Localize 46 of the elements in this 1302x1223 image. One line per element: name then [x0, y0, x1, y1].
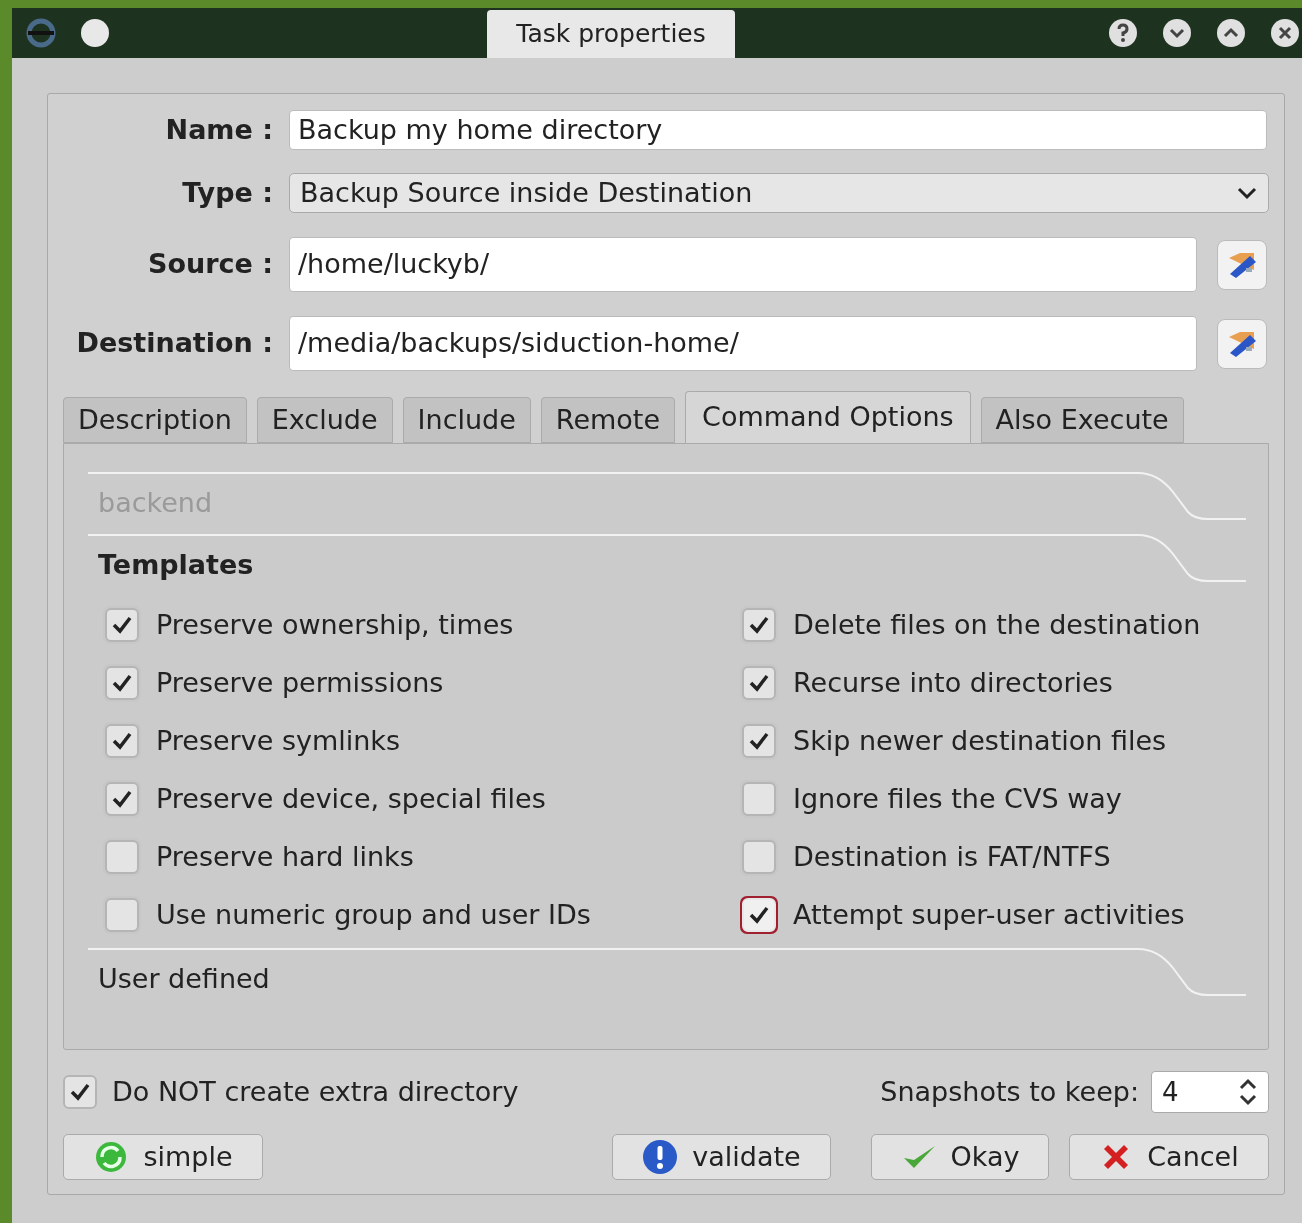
option-label: Delete files on the destination — [793, 607, 1201, 642]
window-title: Task properties — [487, 10, 735, 58]
tab[interactable]: Remote — [540, 397, 676, 443]
input-field[interactable]: /home/luckyb/ — [289, 237, 1197, 292]
sync-icon[interactable] — [26, 18, 56, 48]
option-label: Attempt super-user activities — [793, 897, 1185, 932]
field-label: Destination : — [75, 326, 273, 361]
mode-button[interactable]: simple — [63, 1134, 263, 1180]
maximize-icon[interactable] — [1216, 18, 1246, 48]
option-label: Destination is FAT/NTFS — [793, 839, 1111, 874]
close-icon[interactable] — [1270, 18, 1300, 48]
snapshots-label: Snapshots to keep: — [880, 1074, 1139, 1109]
info-icon — [642, 1139, 679, 1175]
checkbox[interactable] — [63, 1075, 97, 1109]
validate-button[interactable]: validate — [612, 1134, 831, 1180]
tab[interactable]: Description — [63, 397, 247, 443]
snapshots-spinbox[interactable]: 4 — [1151, 1071, 1269, 1113]
spin-arrows-icon[interactable] — [1238, 1077, 1258, 1107]
option-label: Preserve hard links — [156, 839, 414, 874]
option-label: Use numeric group and user IDs — [156, 897, 591, 932]
browse-button[interactable] — [1217, 239, 1267, 290]
option-label: Skip newer destination files — [793, 723, 1167, 758]
tab[interactable]: Exclude — [256, 397, 393, 443]
minimize-icon[interactable] — [1162, 18, 1192, 48]
field-label: Type : — [181, 175, 273, 210]
option-label: Preserve symlinks — [156, 723, 401, 758]
okay-button[interactable]: Okay — [871, 1134, 1049, 1180]
help-icon[interactable] — [1108, 18, 1138, 48]
input-field[interactable]: /media/backups/siduction-home/ — [289, 316, 1197, 371]
checkbox-label: Do NOT create extra directory — [112, 1074, 519, 1109]
section-title[interactable]: User defined — [98, 958, 270, 1000]
option-label: Recurse into directories — [793, 665, 1113, 700]
option-label: Preserve device, special files — [156, 781, 546, 816]
tab[interactable]: Command Options — [685, 391, 971, 443]
option-label: Preserve ownership, times — [156, 607, 514, 642]
cancel-button[interactable]: Cancel — [1069, 1134, 1269, 1180]
option-label: Preserve permissions — [156, 665, 444, 700]
browse-button[interactable] — [1217, 318, 1267, 369]
field-label: Source : — [146, 247, 273, 282]
section-title[interactable]: Templates — [98, 544, 254, 586]
input-field[interactable]: Backup my home directory — [289, 110, 1267, 151]
option-label: Ignore files the CVS way — [793, 781, 1122, 816]
tab[interactable]: Include — [402, 397, 531, 443]
tab[interactable]: Also Execute — [980, 397, 1184, 443]
field-label: Name : — [164, 113, 273, 147]
type-dropdown[interactable]: Backup Source inside Destination — [289, 172, 1269, 213]
